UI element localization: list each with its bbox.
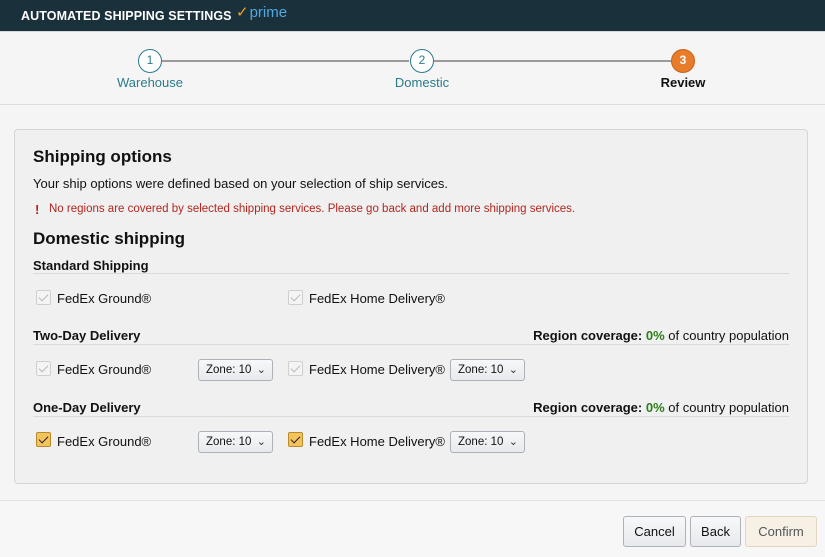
prime-logo-text: prime bbox=[249, 4, 288, 21]
error-message: No regions are covered by selected shipp… bbox=[49, 203, 576, 215]
standard-fedex-home-label: FedEx Home Delivery® bbox=[309, 291, 446, 306]
one-day-fedex-ground-label: FedEx Ground® bbox=[57, 434, 152, 449]
chevron-down-icon: ⌄ bbox=[508, 436, 518, 448]
one-day-fedex-ground-checkbox[interactable] bbox=[36, 432, 51, 447]
cancel-button[interactable]: Cancel bbox=[623, 516, 686, 547]
coverage-percent: 0% bbox=[645, 400, 665, 415]
one-day-region-coverage: Region coverage: 0% of country populatio… bbox=[533, 400, 789, 415]
step-domestic-link[interactable]: Domestic bbox=[352, 75, 492, 90]
shipping-options-panel: Shipping options Your ship options were … bbox=[14, 129, 808, 484]
zone-value: Zone: 10 bbox=[458, 436, 504, 448]
divider bbox=[33, 344, 789, 345]
step-1-circle[interactable]: 1 bbox=[138, 49, 162, 73]
confirm-button[interactable]: Confirm bbox=[745, 516, 817, 547]
two-day-fedex-ground-label: FedEx Ground® bbox=[57, 362, 152, 377]
two-day-fedex-home-checkbox[interactable] bbox=[288, 361, 303, 376]
progress-stepper: 1 Warehouse 2 Domestic 3 Review bbox=[0, 31, 825, 105]
coverage-label: Region coverage: bbox=[533, 328, 643, 343]
shipping-options-description: Your ship options were defined based on … bbox=[33, 176, 449, 191]
two-day-delivery-label: Two-Day Delivery bbox=[33, 328, 141, 343]
zone-value: Zone: 10 bbox=[206, 436, 252, 448]
error-icon: ! bbox=[35, 202, 40, 217]
step-2-circle[interactable]: 2 bbox=[410, 49, 434, 73]
page-title: AUTOMATED SHIPPING SETTINGS bbox=[21, 9, 232, 23]
two-day-fedex-ground-zone-select[interactable]: Zone: 10 ⌄ bbox=[198, 359, 273, 381]
prime-logo: ✓prime bbox=[236, 3, 287, 21]
one-day-fedex-ground-zone-select[interactable]: Zone: 10 ⌄ bbox=[198, 431, 273, 453]
one-day-delivery-label: One-Day Delivery bbox=[33, 400, 141, 415]
coverage-suffix: of country population bbox=[668, 328, 789, 343]
step-review-label: Review bbox=[660, 75, 706, 90]
one-day-fedex-home-checkbox[interactable] bbox=[288, 432, 303, 447]
zone-value: Zone: 10 bbox=[206, 364, 252, 376]
two-day-fedex-home-label: FedEx Home Delivery® bbox=[309, 362, 446, 377]
one-day-fedex-home-label: FedEx Home Delivery® bbox=[309, 434, 446, 449]
prime-check-icon: ✓ bbox=[236, 4, 249, 21]
coverage-suffix: of country population bbox=[668, 400, 789, 415]
chevron-down-icon: ⌄ bbox=[256, 436, 266, 448]
back-button[interactable]: Back bbox=[690, 516, 741, 547]
standard-fedex-ground-checkbox[interactable] bbox=[36, 290, 51, 305]
standard-fedex-ground-label: FedEx Ground® bbox=[57, 291, 152, 306]
two-day-region-coverage: Region coverage: 0% of country populatio… bbox=[533, 328, 789, 343]
step-connector bbox=[162, 60, 409, 62]
step-warehouse-link[interactable]: Warehouse bbox=[80, 75, 220, 90]
shipping-options-heading: Shipping options bbox=[33, 147, 172, 166]
step-connector bbox=[434, 60, 671, 62]
divider bbox=[33, 416, 789, 417]
chevron-down-icon: ⌄ bbox=[256, 364, 266, 376]
domestic-shipping-heading: Domestic shipping bbox=[33, 229, 186, 248]
chevron-down-icon: ⌄ bbox=[508, 364, 518, 376]
one-day-fedex-home-zone-select[interactable]: Zone: 10 ⌄ bbox=[450, 431, 525, 453]
coverage-label: Region coverage: bbox=[533, 400, 643, 415]
zone-value: Zone: 10 bbox=[458, 364, 504, 376]
standard-fedex-home-checkbox[interactable] bbox=[288, 290, 303, 305]
two-day-fedex-ground-checkbox[interactable] bbox=[36, 361, 51, 376]
step-3-circle: 3 bbox=[671, 49, 695, 73]
two-day-fedex-home-zone-select[interactable]: Zone: 10 ⌄ bbox=[450, 359, 525, 381]
app-header: AUTOMATED SHIPPING SETTINGS ✓prime bbox=[0, 0, 825, 31]
divider bbox=[33, 273, 789, 274]
standard-shipping-label: Standard Shipping bbox=[33, 258, 149, 273]
coverage-percent: 0% bbox=[645, 328, 665, 343]
